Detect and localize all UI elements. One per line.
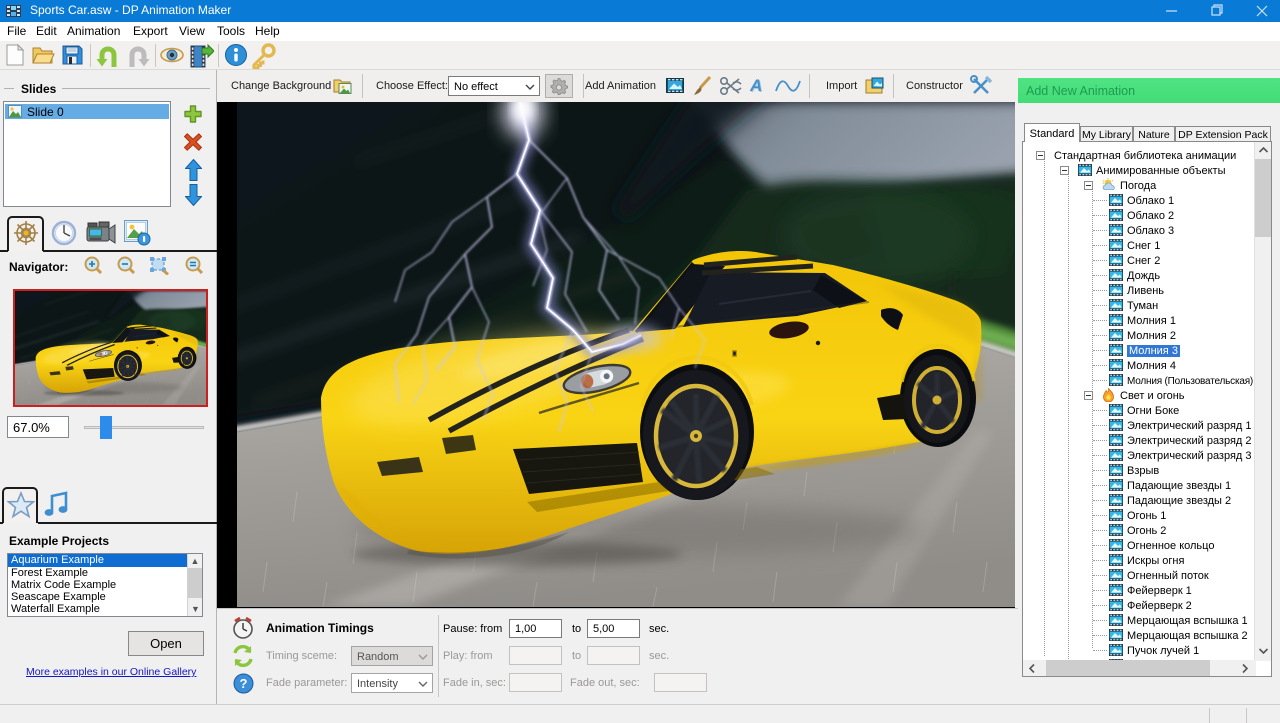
svg-text:?: ? — [240, 676, 248, 691]
